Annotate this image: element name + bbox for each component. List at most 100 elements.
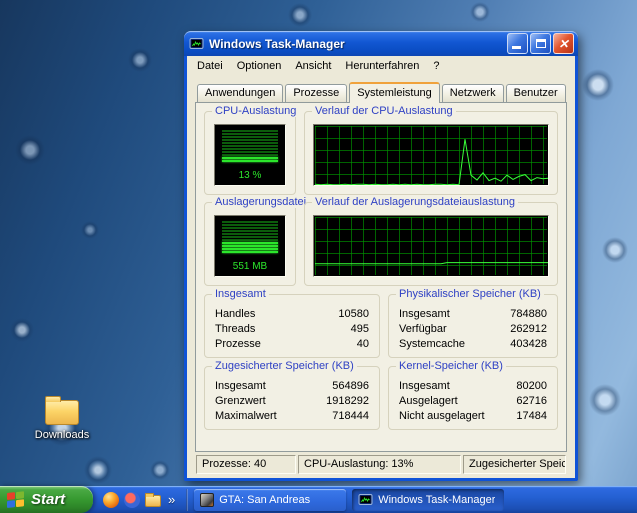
taskbar-button-label: GTA: San Andreas bbox=[219, 494, 310, 506]
cpu-usage-meter: 13 % bbox=[214, 124, 286, 186]
physical-memory-rows: Insgesamt 784880 Verfügbar 262912 Systemca… bbox=[399, 307, 547, 352]
info-value: 17484 bbox=[516, 409, 547, 424]
info-value: 718444 bbox=[332, 409, 369, 424]
tab-prozesse[interactable]: Prozesse bbox=[285, 84, 347, 102]
info-row: Insgesamt80200 bbox=[399, 379, 547, 394]
menu-datei[interactable]: Datei bbox=[190, 58, 230, 74]
info-label: Grenzwert bbox=[215, 394, 266, 409]
taskbar-button-label: Windows Task-Manager bbox=[378, 494, 495, 506]
task-manager-icon bbox=[358, 493, 373, 507]
menubar: Datei Optionen Ansicht Herunterfahren ? bbox=[187, 56, 575, 76]
close-button[interactable] bbox=[553, 33, 574, 54]
meter-bars bbox=[222, 130, 278, 162]
info-label: Maximalwert bbox=[215, 409, 277, 424]
info-label: Prozesse bbox=[215, 337, 261, 352]
info-label: Insgesamt bbox=[399, 307, 450, 322]
menu-herunterfahren[interactable]: Herunterfahren bbox=[338, 58, 426, 74]
info-row: Threads 495 bbox=[215, 322, 369, 337]
maximize-icon bbox=[536, 39, 546, 48]
info-value: 403428 bbox=[510, 337, 547, 352]
meter-bars bbox=[222, 221, 278, 253]
task-manager-icon bbox=[189, 37, 204, 51]
info-row: Insgesamt 784880 bbox=[399, 307, 547, 322]
pagefile-history-group: Verlauf der Auslagerungsdateiauslastung bbox=[304, 202, 558, 286]
taskbar: Start GTA: San Andreas Windows Task-Mana… bbox=[0, 486, 637, 513]
info-label: Threads bbox=[215, 322, 255, 337]
cpu-history-group: Verlauf der CPU-Auslastung bbox=[304, 111, 558, 195]
info-value: 1918292 bbox=[326, 394, 369, 409]
tab-netzwerk[interactable]: Netzwerk bbox=[442, 84, 504, 102]
menu-hilfe[interactable]: ? bbox=[426, 58, 446, 74]
start-label: Start bbox=[31, 491, 65, 508]
info-row: Maximalwert 718444 bbox=[215, 409, 369, 424]
info-label: Insgesamt bbox=[399, 379, 450, 394]
windows-logo-icon bbox=[7, 491, 26, 509]
tab-systemleistung[interactable]: Systemleistung bbox=[349, 82, 440, 103]
taskbar-button-task-manager[interactable]: Windows Task-Manager bbox=[352, 489, 504, 511]
chevron-right-icon[interactable] bbox=[166, 492, 177, 507]
menu-optionen[interactable]: Optionen bbox=[230, 58, 289, 74]
info-value: 564896 bbox=[332, 379, 369, 394]
pagefile-usage-group: Auslagerungsdatei 551 MB bbox=[204, 202, 296, 286]
kernel-memory-group: Kernel-Speicher (KB) Insgesamt80200 Ausg… bbox=[388, 366, 558, 430]
info-label: Ausgelagert bbox=[399, 394, 458, 409]
info-row: Insgesamt 564896 bbox=[215, 379, 369, 394]
firefox-icon[interactable] bbox=[103, 492, 119, 508]
pagefile-history-graph bbox=[313, 215, 549, 277]
minimize-icon bbox=[512, 46, 521, 49]
group-title: Verlauf der CPU-Auslastung bbox=[312, 105, 456, 117]
info-row: Grenzwert 1918292 bbox=[215, 394, 369, 409]
group-title: Auslagerungsdatei bbox=[212, 196, 309, 208]
task-manager-window: Windows Task-Manager Datei Optionen Ansi… bbox=[184, 31, 578, 481]
tab-benutzer[interactable]: Benutzer bbox=[506, 84, 566, 102]
gta-icon bbox=[200, 493, 214, 507]
totals-group: Insgesamt Handles10580 Threads495 Prozes… bbox=[204, 294, 380, 358]
window-title: Windows Task-Manager bbox=[209, 37, 505, 51]
window-body: Datei Optionen Ansicht Herunterfahren ? … bbox=[184, 56, 578, 481]
info-value: 495 bbox=[351, 322, 369, 337]
cpu-usage-value: 13 % bbox=[215, 170, 285, 181]
info-value: 262912 bbox=[510, 322, 547, 337]
status-cpu-usage: CPU-Auslastung: 13% bbox=[298, 455, 461, 474]
statusbar: Prozesse: 40 CPU-Auslastung: 13% Zugesic… bbox=[196, 455, 566, 474]
info-label: Insgesamt bbox=[215, 379, 266, 394]
info-value: 784880 bbox=[510, 307, 547, 322]
application-icon[interactable] bbox=[124, 492, 140, 508]
totals-rows: Handles10580 Threads 495 Prozesse 40 bbox=[215, 307, 369, 352]
titlebar[interactable]: Windows Task-Manager bbox=[184, 31, 578, 56]
group-title: Physikalischer Speicher (KB) bbox=[396, 288, 544, 300]
kernel-memory-rows: Insgesamt80200 Ausgelagert 62716 Nicht au… bbox=[399, 379, 547, 424]
info-label: Verfügbar bbox=[399, 322, 447, 337]
group-title: Kernel-Speicher (KB) bbox=[396, 360, 506, 372]
info-value: 62716 bbox=[516, 394, 547, 409]
tabstrip: Anwendungen Prozesse Systemleistung Netz… bbox=[195, 81, 567, 102]
tab-anwendungen[interactable]: Anwendungen bbox=[197, 84, 283, 102]
info-value: 40 bbox=[357, 337, 369, 352]
group-title: CPU-Auslastung bbox=[212, 105, 299, 117]
desktop-icon-label: Downloads bbox=[30, 429, 94, 441]
physical-memory-group: Physikalischer Speicher (KB) Insgesamt78… bbox=[388, 294, 558, 358]
group-title: Verlauf der Auslagerungsdateiauslastung bbox=[312, 196, 518, 208]
tab-page-systemleistung: CPU-Auslastung 13 % Verlauf der CPU-Ausl… bbox=[195, 102, 567, 452]
start-button[interactable]: Start bbox=[0, 486, 93, 513]
desktop-icon-downloads[interactable]: Downloads bbox=[30, 400, 94, 441]
info-row: Prozesse 40 bbox=[215, 337, 369, 352]
info-row: Verfügbar 262912 bbox=[399, 322, 547, 337]
minimize-button[interactable] bbox=[507, 33, 528, 54]
info-label: Systemcache bbox=[399, 337, 465, 352]
maximize-button[interactable] bbox=[530, 33, 551, 54]
cpu-history-graph bbox=[313, 124, 549, 186]
info-value: 10580 bbox=[338, 307, 369, 322]
info-label: Nicht ausgelagert bbox=[399, 409, 485, 424]
status-processes: Prozesse: 40 bbox=[196, 455, 296, 474]
info-row: Handles10580 bbox=[215, 307, 369, 322]
taskbar-button-gta[interactable]: GTA: San Andreas bbox=[194, 489, 346, 511]
tab-control: Anwendungen Prozesse Systemleistung Netz… bbox=[187, 76, 575, 478]
group-title: Zugesicherter Speicher (KB) bbox=[212, 360, 357, 372]
folder-icon bbox=[45, 400, 79, 425]
pagefile-usage-meter: 551 MB bbox=[214, 215, 286, 277]
pagefile-usage-value: 551 MB bbox=[215, 261, 285, 272]
menu-ansicht[interactable]: Ansicht bbox=[288, 58, 338, 74]
folder-icon[interactable] bbox=[145, 495, 161, 507]
quick-launch bbox=[93, 492, 183, 508]
